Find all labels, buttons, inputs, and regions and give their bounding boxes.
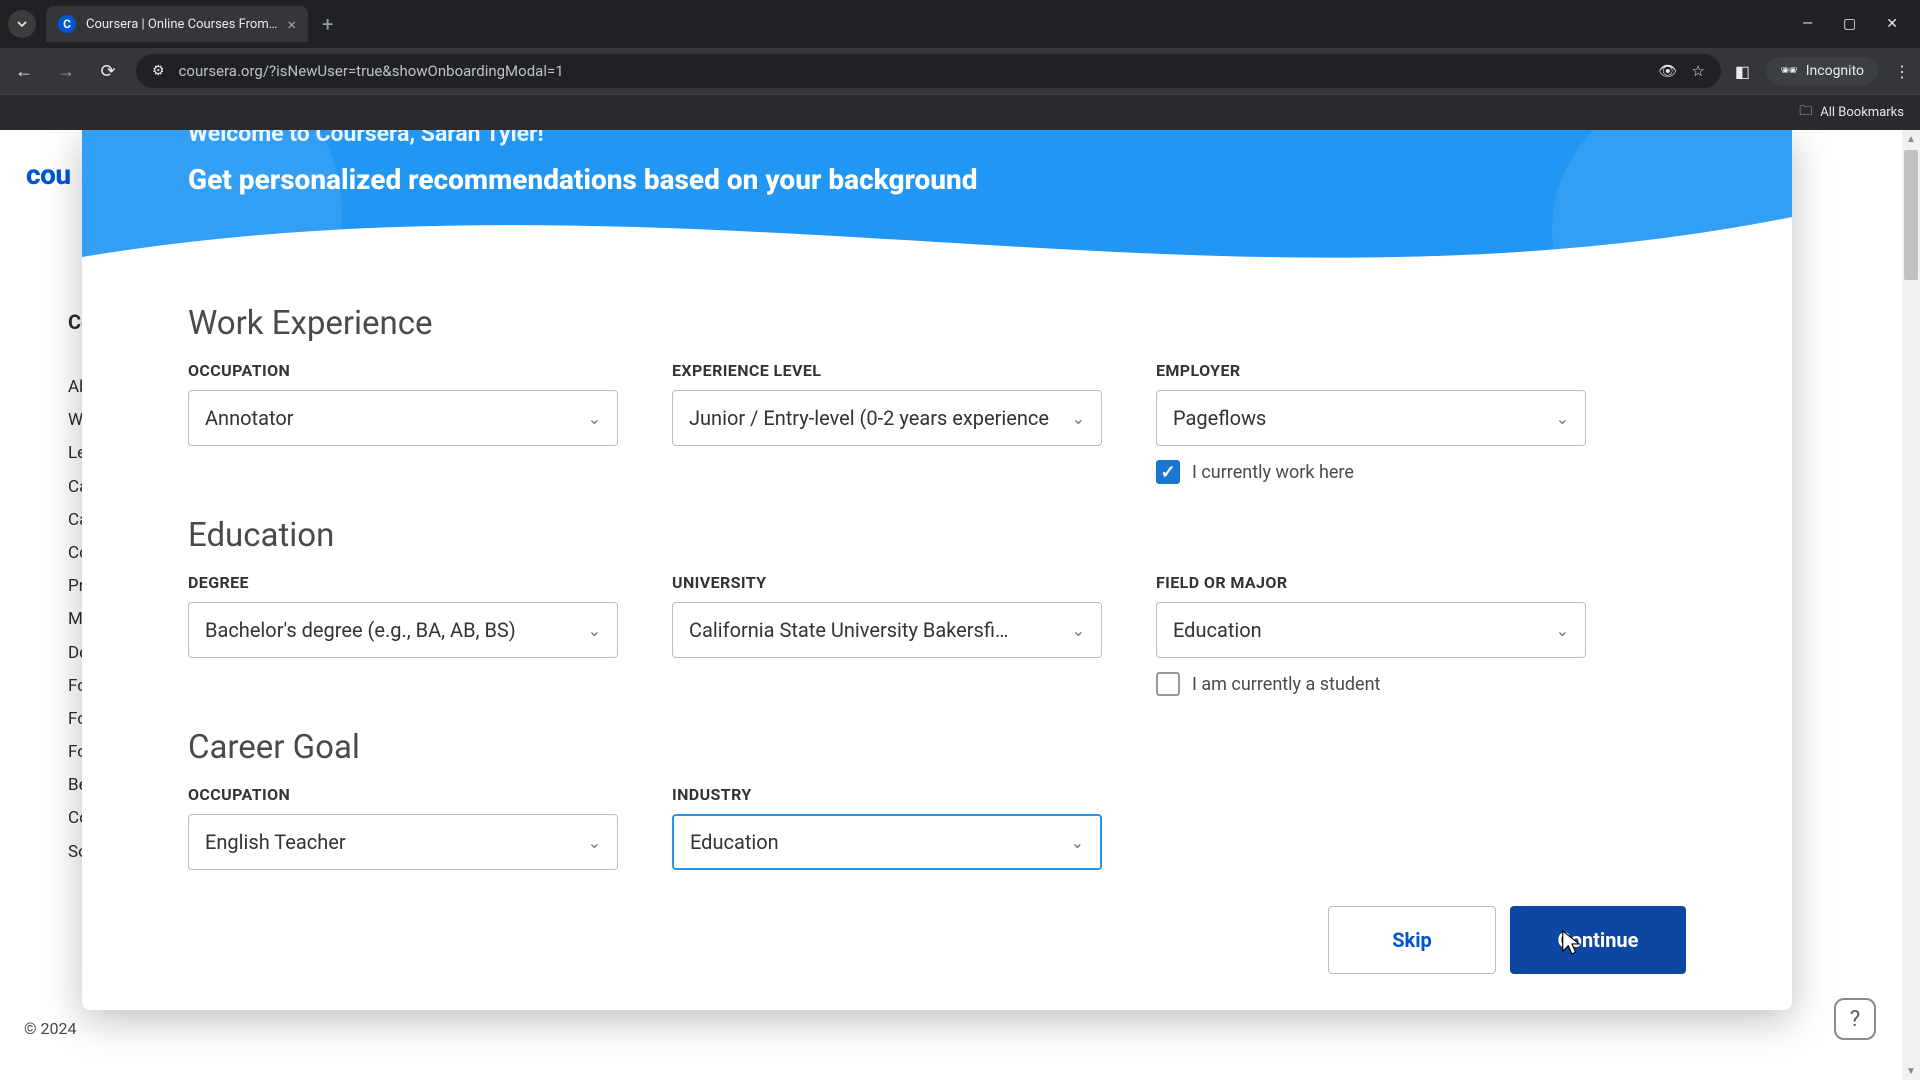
browser-tab[interactable]: C Coursera | Online Courses From… × [46,6,308,42]
experience-dropdown[interactable]: Junior / Entry-level (0-2 years experien… [672,390,1102,446]
currently-work-checkbox-row[interactable]: ✓ I currently work here [1156,460,1586,484]
forward-button[interactable]: → [52,61,80,82]
scrollbar-thumb[interactable] [1904,150,1918,280]
incognito-badge[interactable]: 🕶 Incognito [1766,57,1878,85]
close-window-icon[interactable]: ✕ [1886,16,1898,32]
back-button[interactable]: ← [10,61,38,82]
empty-field-spacer [1156,785,1586,870]
major-field: FIELD OR MAJOR Education ⌄ I am currentl… [1156,573,1586,696]
major-label: FIELD OR MAJOR [1156,573,1586,592]
currently-work-checkbox[interactable]: ✓ [1156,460,1180,484]
modal-footer: Skip Continue [188,906,1686,974]
maximize-icon[interactable]: ▢ [1843,16,1856,32]
tab-search-button[interactable] [8,10,36,38]
employer-dropdown[interactable]: Pageflows ⌄ [1156,390,1586,446]
tab-close-icon[interactable]: × [287,15,296,34]
chevron-down-icon: ⌄ [1072,409,1085,428]
folder-icon: 🗀 [1799,102,1812,124]
continue-button[interactable]: Continue [1510,906,1686,974]
chevron-down-icon: ⌄ [1556,409,1569,428]
coursera-logo: cou [26,158,71,191]
section-title-education: Education [188,516,1686,555]
industry-field: INDUSTRY Education ⌄ [672,785,1102,870]
currently-work-label: I currently work here [1192,462,1354,483]
scrollbar-down-icon[interactable]: ▼ [1902,1062,1920,1080]
student-checkbox[interactable] [1156,672,1180,696]
star-icon[interactable]: ☆ [1691,62,1704,80]
window-controls: — ▢ ✕ [1802,16,1912,32]
all-bookmarks-button[interactable]: 🗀 All Bookmarks [1799,102,1904,124]
industry-dropdown[interactable]: Education ⌄ [672,814,1102,870]
modal-subtitle: Get personalized recommendations based o… [188,163,978,196]
url-text: coursera.org/?isNewUser=true&showOnboard… [179,62,1645,80]
experience-field: EXPERIENCE LEVEL Junior / Entry-level (0… [672,361,1102,484]
page-viewport: cou Co AbWhLeCaCaCoPrMaDeFoFoFoBeCoSo © … [0,130,1920,1080]
onboarding-modal: Welcome to Coursera, Sarah Tyler! Get pe… [82,130,1792,1010]
chevron-down-icon: ⌄ [588,833,601,852]
url-bar[interactable]: ⚙ coursera.org/?isNewUser=true&showOnboa… [136,54,1721,88]
copyright-text: © 2024 [24,1019,77,1038]
occupation-field: OCCUPATION Annotator ⌄ [188,361,618,484]
career-occupation-label: OCCUPATION [188,785,618,804]
chevron-down-icon: ⌄ [588,621,601,640]
site-settings-icon[interactable]: ⚙ [152,63,165,79]
scrollbar[interactable]: ▲ ▼ [1902,130,1920,1080]
side-panel-icon[interactable]: ◧ [1735,62,1750,81]
menu-icon[interactable]: ⋮ [1894,62,1910,81]
chevron-down-icon: ⌄ [1556,621,1569,640]
chevron-down-icon: ⌄ [588,409,601,428]
scrollbar-up-icon[interactable]: ▲ [1902,130,1920,148]
section-title-work: Work Experience [188,304,1686,343]
browser-tab-strip: C Coursera | Online Courses From… × + — … [0,0,1920,48]
check-icon: ✓ [1160,462,1175,483]
career-occupation-field: OCCUPATION English Teacher ⌄ [188,785,618,870]
student-label: I am currently a student [1192,674,1380,695]
tab-title: Coursera | Online Courses From… [86,17,277,32]
minimize-icon[interactable]: — [1802,16,1813,32]
section-title-career: Career Goal [188,728,1686,767]
new-tab-button[interactable]: + [322,12,333,36]
student-checkbox-row[interactable]: I am currently a student [1156,672,1586,696]
tab-favicon: C [58,15,76,33]
degree-label: DEGREE [188,573,618,592]
modal-header: Welcome to Coursera, Sarah Tyler! Get pe… [82,130,1792,276]
education-section: Education DEGREE Bachelor's degree (e.g.… [188,516,1686,696]
chevron-down-icon: ⌄ [1071,833,1084,852]
university-label: UNIVERSITY [672,573,1102,592]
browser-toolbar: ← → ⟳ ⚙ coursera.org/?isNewUser=true&sho… [0,48,1920,94]
employer-label: EMPLOYER [1156,361,1586,380]
skip-button[interactable]: Skip [1328,906,1496,974]
experience-label: EXPERIENCE LEVEL [672,361,1102,380]
incognito-icon: 🕶 [1780,63,1798,79]
modal-body: Work Experience OCCUPATION Annotator ⌄ E… [82,276,1792,1010]
major-dropdown[interactable]: Education ⌄ [1156,602,1586,658]
help-button[interactable]: ? [1834,998,1876,1040]
reload-button[interactable]: ⟳ [94,61,122,82]
occupation-dropdown[interactable]: Annotator ⌄ [188,390,618,446]
bookmarks-bar: 🗀 All Bookmarks [0,94,1920,130]
eye-off-icon[interactable]: 👁 [1658,62,1677,80]
occupation-label: OCCUPATION [188,361,618,380]
degree-field: DEGREE Bachelor's degree (e.g., BA, AB, … [188,573,618,696]
chevron-down-icon: ⌄ [1072,621,1085,640]
employer-field: EMPLOYER Pageflows ⌄ ✓ I currently work … [1156,361,1586,484]
modal-greeting: Welcome to Coursera, Sarah Tyler! [188,130,978,147]
degree-dropdown[interactable]: Bachelor's degree (e.g., BA, AB, BS) ⌄ [188,602,618,658]
career-goal-section: Career Goal OCCUPATION English Teacher ⌄… [188,728,1686,870]
work-experience-section: Work Experience OCCUPATION Annotator ⌄ E… [188,304,1686,484]
university-dropdown[interactable]: California State University Bakersfi… ⌄ [672,602,1102,658]
university-field: UNIVERSITY California State University B… [672,573,1102,696]
industry-label: INDUSTRY [672,785,1102,804]
career-occupation-dropdown[interactable]: English Teacher ⌄ [188,814,618,870]
